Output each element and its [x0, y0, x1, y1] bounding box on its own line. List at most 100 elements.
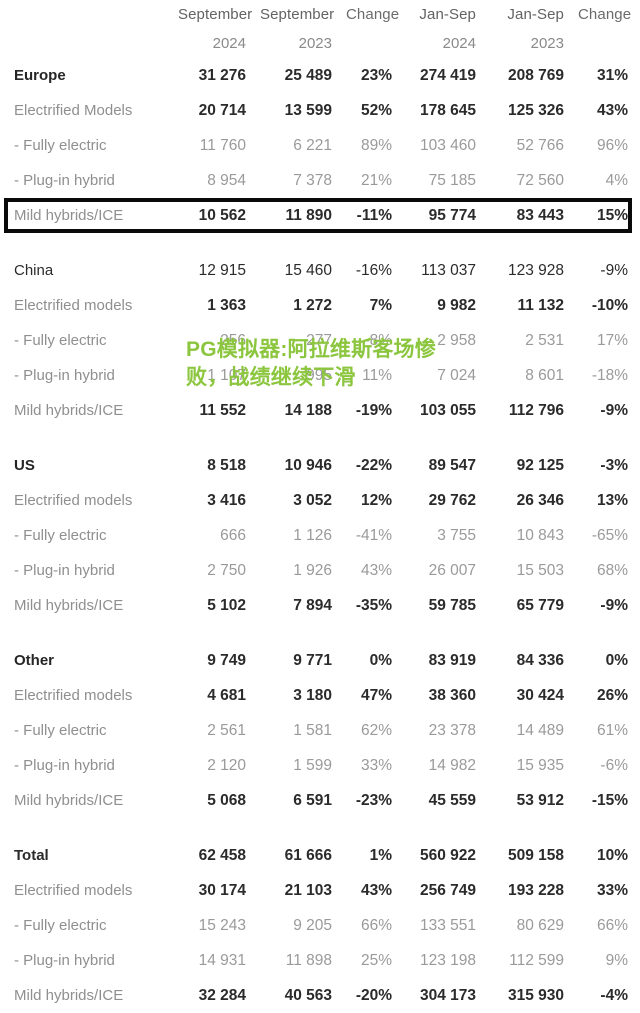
cell-change-month: 52% [360, 101, 392, 119]
row-label: - Plug-in hybrid [14, 562, 115, 579]
cell-change-ytd: 15% [596, 206, 628, 224]
table-row: Electrified models 3 416 3 052 12% 29 762 26 … [0, 483, 640, 518]
row-label: Mild hybrids/ICE [14, 987, 124, 1004]
cell-september-2023: 14 188 [284, 401, 332, 419]
row-label: Mild hybrids/ICE [14, 402, 124, 419]
cell-jansep-2024: 23 378 [428, 721, 476, 739]
cell-september-2023: 7 378 [293, 171, 332, 189]
cell-september-2024: 9 749 [207, 651, 246, 669]
cell-september-2023: 9 205 [293, 916, 332, 934]
row-label: Mild hybrids/ICE [14, 792, 124, 809]
cell-jansep-2024: 560 922 [419, 846, 476, 864]
cell-change-month: 23% [360, 66, 392, 84]
cell-change-month: 33% [360, 756, 392, 774]
cell-september-2023: 15 460 [284, 261, 332, 279]
cell-jansep-2023: 92 125 [516, 456, 564, 474]
cell-september-2023: 6 221 [293, 136, 332, 154]
cell-jansep-2023: 80 629 [516, 916, 564, 934]
table-row: - Plug-in hybrid 14 931 11 898 25% 123 198 11… [0, 943, 640, 978]
cell-september-2024: 1 107 [207, 366, 246, 384]
cell-jansep-2023: 84 336 [516, 651, 564, 669]
cell-change-ytd: 33% [596, 881, 628, 899]
cell-change-ytd: -15% [591, 791, 628, 809]
row-label: Electrified models [14, 492, 133, 509]
cell-change-month: -8% [364, 331, 392, 349]
cell-change-ytd: 61% [596, 721, 628, 739]
cell-change-month: 47% [360, 686, 392, 704]
cell-change-month: 21% [360, 171, 392, 189]
cell-change-ytd: -6% [600, 756, 628, 774]
header-change-1-blank [346, 28, 404, 58]
cell-september-2024: 31 276 [198, 66, 246, 84]
cell-change-ytd: 0% [605, 651, 628, 669]
cell-jansep-2024: 89 547 [428, 456, 476, 474]
cell-september-2024: 11 760 [199, 136, 246, 154]
cell-jansep-2023: 112 599 [509, 951, 564, 969]
table-row: Mild hybrids/ICE 5 068 6 591 -23% 45 559 53 9… [0, 783, 640, 818]
cell-september-2023: 9 771 [293, 651, 332, 669]
cell-change-month: 25% [360, 951, 392, 969]
row-label: Electrified Models [14, 102, 133, 119]
cell-jansep-2024: 95 774 [428, 206, 476, 224]
cell-jansep-2023: 125 326 [507, 101, 564, 119]
cell-change-month: -11% [356, 206, 392, 224]
cell-jansep-2023: 14 489 [516, 721, 564, 739]
cell-september-2024: 32 284 [198, 986, 246, 1004]
block-spacer [0, 818, 640, 838]
cell-september-2024: 8 954 [207, 171, 246, 189]
cell-change-ytd: 4% [605, 171, 628, 189]
cell-jansep-2024: 45 559 [428, 791, 476, 809]
cell-change-month: -20% [355, 986, 392, 1004]
header-change-2-blank [578, 28, 640, 58]
cell-change-month: -19% [355, 401, 392, 419]
cell-change-ytd: 10% [596, 846, 628, 864]
cell-jansep-2024: 304 173 [419, 986, 476, 1004]
table-row: - Fully electric 11 760 6 221 89% 103 460 52 … [0, 128, 640, 163]
cell-change-ytd: -9% [600, 401, 628, 419]
cell-september-2024: 30 174 [198, 881, 246, 899]
cell-jansep-2024: 178 645 [419, 101, 476, 119]
row-label: - Fully electric [14, 137, 107, 154]
block-spacer [0, 623, 640, 643]
table-row: - Plug-in hybrid 2 120 1 599 33% 14 982 15 93… [0, 748, 640, 783]
cell-jansep-2024: 14 982 [428, 756, 476, 774]
cell-september-2023: 11 898 [285, 951, 332, 969]
cell-september-2024: 5 068 [207, 791, 246, 809]
table-header: September September Change Jan-Sep Jan-S… [0, 0, 640, 58]
header-change-2: Change [578, 5, 632, 23]
cell-jansep-2024: 2 958 [437, 331, 476, 349]
cell-september-2024: 5 102 [207, 596, 246, 614]
cell-change-ytd: -65% [591, 526, 628, 544]
table-body: Europe 31 276 25 489 23% 274 419 208 769 31% El… [0, 58, 640, 1013]
cell-change-ytd: 43% [596, 101, 628, 119]
table-row: US 8 518 10 946 -22% 89 547 92 125 -3% [0, 448, 640, 483]
cell-jansep-2024: 75 185 [428, 171, 476, 189]
cell-september-2023: 10 946 [284, 456, 332, 474]
table-row: Mild hybrids/ICE 10 562 11 890 -11% 95 774 83… [0, 198, 640, 233]
cell-september-2023: 21 103 [284, 881, 332, 899]
cell-change-ytd: 31% [596, 66, 628, 84]
cell-september-2024: 11 552 [199, 401, 246, 419]
cell-change-month: -41% [355, 526, 392, 544]
cell-jansep-2023: 193 228 [507, 881, 564, 899]
cell-jansep-2023: 65 779 [516, 596, 564, 614]
cell-change-ytd: -9% [600, 596, 628, 614]
row-label: Electrified models [14, 297, 133, 314]
cell-jansep-2023: 509 158 [507, 846, 564, 864]
cell-change-ytd: 26% [596, 686, 628, 704]
cell-september-2024: 3 416 [207, 491, 246, 509]
sales-table-container: September September Change Jan-Sep Jan-S… [0, 0, 640, 1004]
cell-change-month: 66% [360, 916, 392, 934]
cell-jansep-2024: 274 419 [419, 66, 476, 84]
table-row: - Fully electric 15 243 9 205 66% 133 551 80 … [0, 908, 640, 943]
cell-change-month: 0% [369, 651, 392, 669]
cell-change-month: -35% [355, 596, 392, 614]
cell-september-2024: 666 [220, 526, 246, 544]
cell-change-ytd: 17% [596, 331, 628, 349]
cell-jansep-2024: 59 785 [428, 596, 476, 614]
header-row-line2: 2024 2023 2024 2023 [0, 28, 640, 58]
block-spacer [0, 428, 640, 448]
table-row: - Fully electric 256 277 -8% 2 958 2 531 17% [0, 323, 640, 358]
cell-change-ytd: 66% [596, 916, 628, 934]
block-spacer-cell [0, 623, 640, 643]
